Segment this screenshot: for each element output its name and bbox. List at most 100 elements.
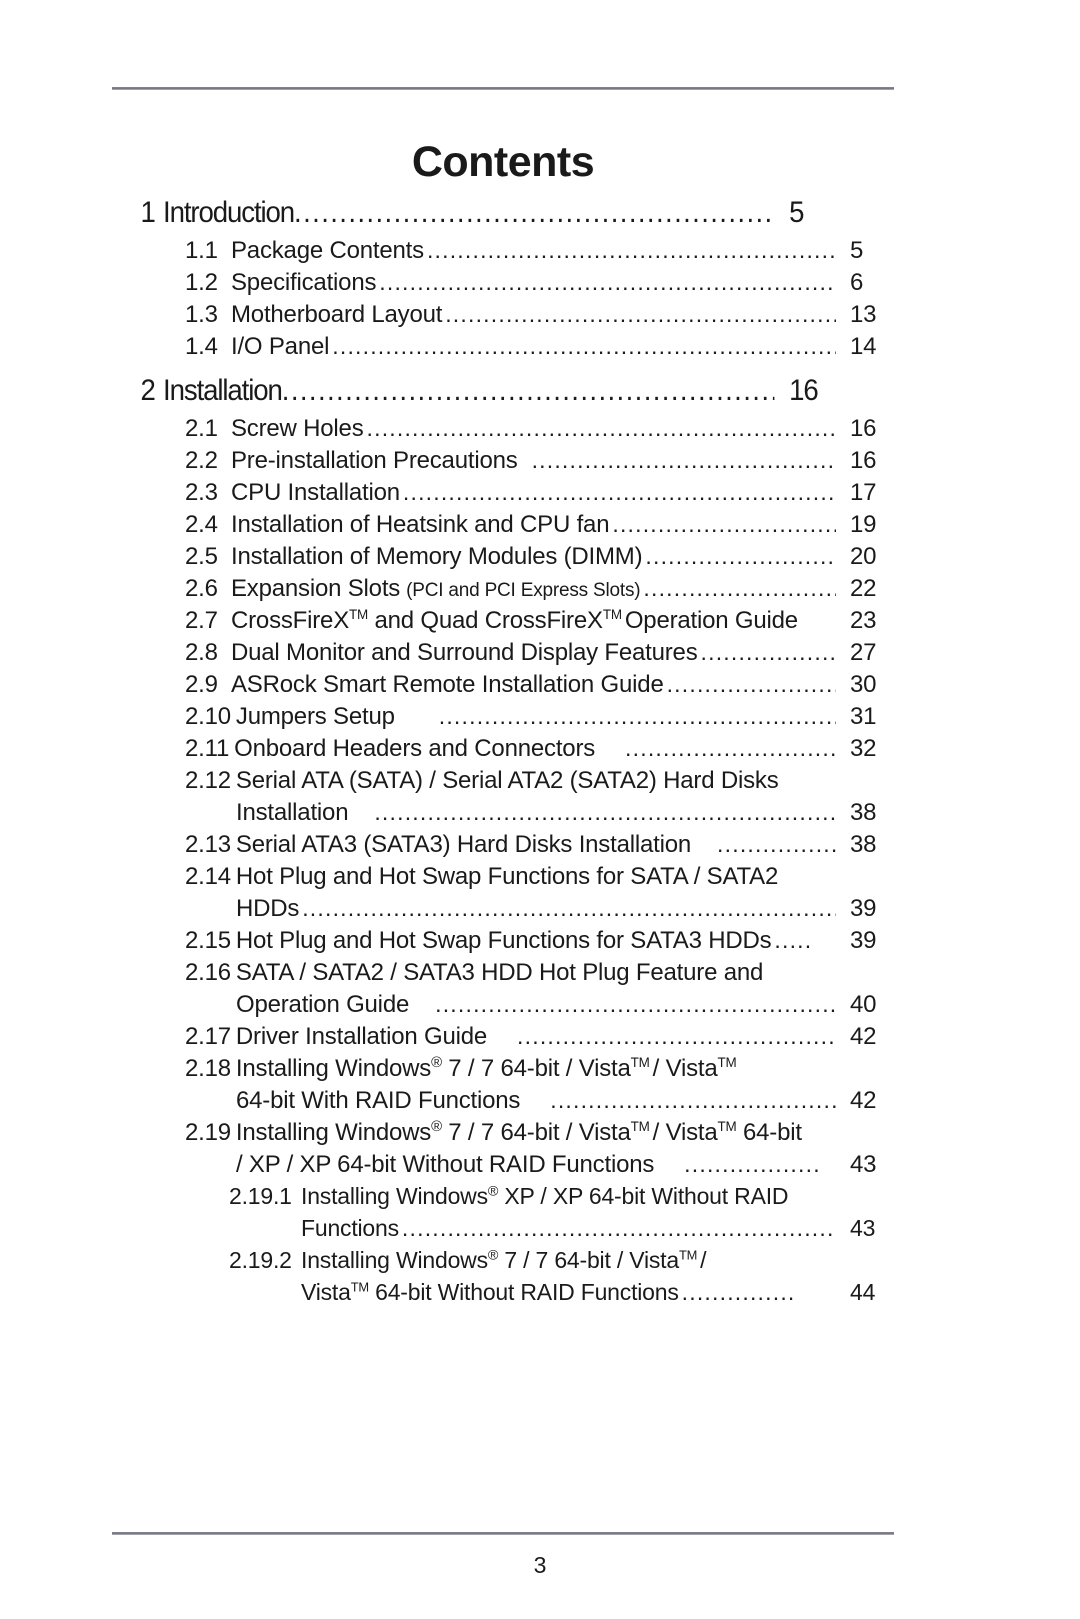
- dot-leader: ........................................…: [445, 301, 836, 327]
- dot-leader: ........................................…: [426, 237, 836, 263]
- entry-label: ASRock Smart Remote Installation Guide: [231, 671, 664, 698]
- toc-entry-2-17[interactable]: 2.17 Driver Installation Guide .........…: [112, 1023, 902, 1055]
- dot-leader: ........................................…: [302, 895, 836, 921]
- toc-entry-2-6[interactable]: 2.6 Expansion Slots (PCI and PCI Express…: [112, 575, 902, 607]
- table-of-contents: 1 Introduction .........................…: [112, 196, 902, 1311]
- dot-leader: ........................................…: [402, 479, 836, 505]
- entry-number: 2.15: [185, 927, 231, 954]
- toc-entry-1-2[interactable]: 1.2 Specifications .....................…: [112, 269, 902, 301]
- entry-page: 43: [850, 1151, 877, 1178]
- toc-chapter-1[interactable]: 1 Introduction .........................…: [112, 196, 839, 237]
- toc-entry-2-18-continuation[interactable]: 64-bit With RAID Functions .............…: [112, 1087, 902, 1119]
- entry-number: 2.17: [185, 1023, 231, 1050]
- toc-entry-2-3[interactable]: 2.3 CPU Installation ...................…: [112, 479, 902, 511]
- trademark-mark: TM: [630, 1119, 650, 1134]
- entry-label: Installing Windows® 7 / 7 64-bit / Vista…: [301, 1247, 707, 1273]
- dot-leader: .....: [774, 927, 813, 953]
- toc-entry-2-14[interactable]: 2.14 Hot Plug and Hot Swap Functions for…: [112, 863, 902, 895]
- entry-page: 30: [850, 671, 877, 698]
- entry-page: 19: [850, 511, 877, 538]
- toc-entry-1-4[interactable]: 1.4 I/O Panel ..........................…: [112, 333, 902, 365]
- entry-label: Package Contents: [231, 237, 424, 264]
- entry-label: Screw Holes: [231, 415, 364, 442]
- toc-entry-2-2[interactable]: 2.2 Pre-installation Precautions .......…: [112, 447, 902, 479]
- toc-entry-2-19-1-continuation[interactable]: Functions ..............................…: [112, 1215, 902, 1247]
- entry-label: SATA / SATA2 / SATA3 HDD Hot Plug Featur…: [235, 959, 764, 986]
- toc-entry-2-14-continuation[interactable]: HDDs ...................................…: [112, 895, 902, 927]
- toc-entry-2-13[interactable]: 2.13 Serial ATA3 (SATA3) Hard Disks Inst…: [112, 831, 902, 863]
- dot-leader: ...............: [681, 1279, 796, 1305]
- toc-entry-2-19-2[interactable]: 2.19.2 Installing Windows® 7 / 7 64-bit …: [112, 1247, 902, 1279]
- toc-entry-2-5[interactable]: 2.5 Installation of Memory Modules (DIMM…: [112, 543, 902, 575]
- entry-page: 31: [850, 703, 877, 730]
- page-title: Contents: [411, 138, 595, 186]
- entry-label: I/O Panel: [231, 333, 330, 360]
- chapter-label: Installation: [163, 374, 283, 407]
- entry-page: 39: [850, 895, 877, 922]
- toc-entry-1-1[interactable]: 1.1 Package Contents ...................…: [112, 237, 902, 269]
- entry-label-continuation: Installation: [236, 799, 349, 826]
- entry-page: 42: [850, 1087, 877, 1114]
- entry-page: 38: [850, 831, 877, 858]
- entry-number: 2.19.2: [229, 1247, 292, 1273]
- toc-entry-2-16[interactable]: 2.16 SATA / SATA2 / SATA3 HDD Hot Plug F…: [112, 959, 902, 991]
- entry-page: 42: [850, 1023, 877, 1050]
- toc-entry-2-12[interactable]: 2.12 Serial ATA (SATA) / Serial ATA2 (SA…: [112, 767, 902, 799]
- entry-number: 1.3: [185, 301, 218, 328]
- entry-label: Installation of Heatsink and CPU fan: [231, 511, 610, 538]
- entry-label: Installing Windows® 7 / 7 64-bit / Vista…: [235, 1055, 737, 1082]
- toc-entry-2-1[interactable]: 2.1 Screw Holes ........................…: [112, 415, 902, 447]
- toc-entry-2-19-continuation[interactable]: / XP / XP 64-bit Without RAID Functions …: [112, 1151, 902, 1183]
- chapter-number: 1: [140, 196, 156, 229]
- toc-entry-2-15[interactable]: 2.15 Hot Plug and Hot Swap Functions for…: [112, 927, 902, 959]
- entry-label-continuation: Operation Guide: [236, 991, 410, 1018]
- entry-page: 27: [850, 639, 877, 666]
- toc-page: Contents 1 Introduction ................…: [0, 0, 1080, 1619]
- toc-entry-2-12-continuation[interactable]: Installation ...........................…: [112, 799, 902, 831]
- page-number: 3: [533, 1552, 547, 1578]
- entry-label-continuation: 64-bit With RAID Functions: [236, 1087, 521, 1114]
- dot-leader: ..................: [684, 1151, 821, 1177]
- chapter-page: 5: [789, 196, 804, 229]
- toc-entry-2-10[interactable]: 2.10 Jumpers Setup .....................…: [112, 703, 902, 735]
- entry-page: 43: [850, 1215, 876, 1241]
- trademark-mark: TM: [678, 1247, 698, 1263]
- dot-leader: ........................................…: [332, 333, 836, 359]
- toc-entry-2-7[interactable]: 2.7 CrossFireXTM and Quad CrossFireXTM Op…: [112, 607, 902, 639]
- toc-entry-2-9[interactable]: 2.9 ASRock Smart Remote Installation Gui…: [112, 671, 902, 703]
- trademark-mark: TM: [717, 1055, 737, 1070]
- footer-rule: [112, 1532, 894, 1535]
- chapter-label: Introduction: [163, 196, 295, 229]
- entry-page: 13: [850, 301, 877, 328]
- entry-number: 2.1: [185, 415, 218, 442]
- toc-entry-2-4[interactable]: 2.4 Installation of Heatsink and CPU fan…: [112, 511, 902, 543]
- dot-leader: ........................................…: [717, 831, 836, 857]
- toc-entry-2-11[interactable]: 2.11 Onboard Headers and Connectors ....…: [112, 735, 902, 767]
- entry-label: Driver Installation Guide: [235, 1023, 488, 1050]
- dot-leader: ........................................…: [700, 639, 836, 665]
- toc-entry-2-16-continuation[interactable]: Operation Guide ........................…: [112, 991, 902, 1023]
- trademark-mark: TM: [602, 607, 622, 622]
- entry-number: 2.8: [185, 639, 218, 666]
- entry-label: Jumpers Setup: [235, 703, 395, 730]
- entry-label: Dual Monitor and Surround Display Featur…: [231, 639, 698, 666]
- chapter-page: 16: [789, 374, 819, 407]
- entry-page: 5: [850, 237, 864, 264]
- entry-page: 20: [850, 543, 877, 570]
- toc-entry-2-18[interactable]: 2.18 Installing Windows® 7 / 7 64-bit / …: [112, 1055, 902, 1087]
- entry-number: 2.19: [185, 1119, 231, 1146]
- toc-entry-2-19[interactable]: 2.19 Installing Windows® 7 / 7 64-bit / …: [112, 1119, 902, 1151]
- entry-number: 2.12: [185, 767, 231, 794]
- registered-mark: ®: [487, 1247, 499, 1264]
- dot-leader: ........................................…: [517, 1023, 836, 1049]
- entry-page: 39: [850, 927, 877, 954]
- entry-number: 2.3: [185, 479, 218, 506]
- toc-entry-2-19-2-continuation[interactable]: VistaTM 64-bit Without RAID Functions ..…: [112, 1279, 902, 1311]
- toc-entry-2-19-1[interactable]: 2.19.1 Installing Windows® XP / XP 64-bi…: [112, 1183, 902, 1215]
- entry-number: 2.9: [185, 671, 218, 698]
- dot-leader: ........................................…: [666, 671, 836, 697]
- toc-entry-2-8[interactable]: 2.8 Dual Monitor and Surround Display Fe…: [112, 639, 902, 671]
- toc-entry-1-3[interactable]: 1.3 Motherboard Layout .................…: [112, 301, 902, 333]
- toc-chapter-2[interactable]: 2 Installation .........................…: [112, 374, 839, 415]
- entry-label-continuation: HDDs: [236, 895, 300, 922]
